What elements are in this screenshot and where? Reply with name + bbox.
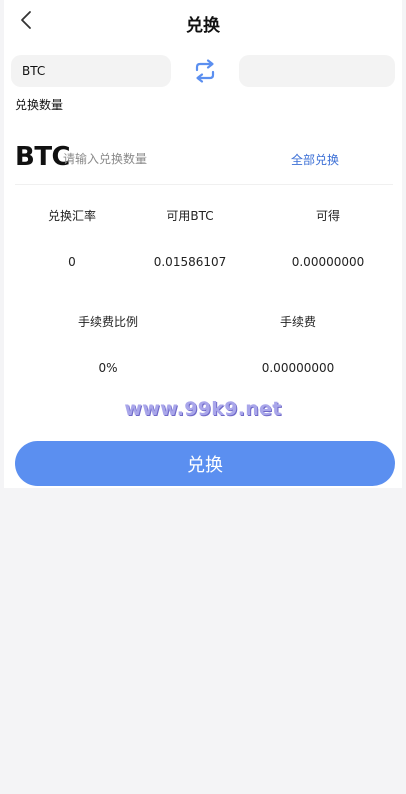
available-value: 0.01586107 [153,255,227,269]
fee-ratio-value: 0% [98,361,118,375]
amount-input[interactable] [63,150,223,168]
swap-button[interactable] [192,58,218,84]
receive-value: 0.00000000 [291,255,365,269]
receive-label: 可得 [315,209,340,223]
exchange-submit-button[interactable]: 兑换 [15,441,395,486]
amount-label: 兑换数量 [15,98,64,112]
fee-label: 手续费 [279,315,316,329]
available-label: 可用BTC [166,209,214,223]
from-coin-select[interactable]: BTC [11,55,171,87]
amount-coin-symbol: BTC [15,142,71,172]
to-coin-select[interactable] [239,55,395,87]
header: 兑换 [4,0,402,46]
exchange-page: 兑换 BTC 兑换数量 BTC 全部兑换 兑换汇率 可用BTC 可得 0 0.0 [0,0,406,794]
rate-value: 0 [68,255,76,269]
exchange-panel: 兑换 BTC 兑换数量 BTC 全部兑换 兑换汇率 可用BTC 可得 0 0.0 [4,0,402,488]
rate-label: 兑换汇率 [47,209,96,223]
fee-value: 0.00000000 [261,361,335,375]
amount-row: BTC 全部兑换 [15,140,393,185]
exchange-all-button[interactable]: 全部兑换 [291,151,339,168]
swap-arrows-icon [192,59,218,88]
fee-ratio-label: 手续费比例 [77,315,138,329]
watermark: www.99k9.net [124,398,282,420]
page-title: 兑换 [186,16,220,36]
